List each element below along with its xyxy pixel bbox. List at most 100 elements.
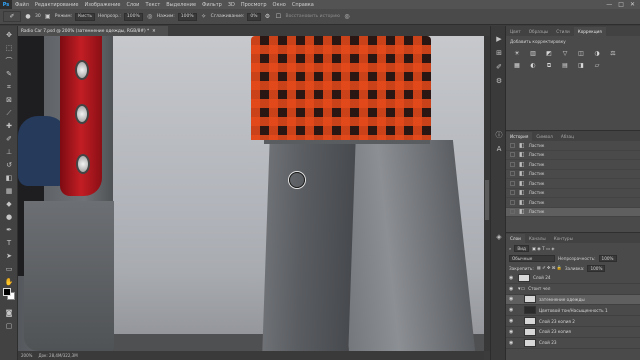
menu-edit[interactable]: Редактирование [32,2,82,8]
vibrance-icon[interactable]: ▽ [560,49,570,58]
play-icon[interactable]: ▶ [494,34,504,44]
menu-type[interactable]: Текст [142,2,163,8]
history-checkbox[interactable] [510,180,515,186]
gear-icon[interactable]: ⚙ [264,13,272,21]
eyedropper-tool-icon[interactable]: ⟋ [3,108,15,118]
clone-stamp-tool-icon[interactable]: ⊥ [3,147,15,157]
history-checkbox[interactable]: ☐ [275,13,283,21]
zoom-level[interactable]: 200% [21,353,32,358]
history-item[interactable]: ◧ Ластик [506,160,640,170]
visibility-eye-icon[interactable]: ◉ [509,307,515,313]
layer-row[interactable]: ◉ Слой 23 копия 2 [506,316,640,327]
history-brush-tool-icon[interactable]: ↺ [3,160,15,170]
tab-color[interactable]: Цвет [506,27,525,36]
menu-layers[interactable]: Слои [123,2,142,8]
brightness-icon[interactable]: ☀ [512,49,522,58]
document-tab[interactable]: Radio Car 7.psd @ 200% (затемнение одежд… [18,26,168,36]
exposure-icon[interactable]: ◑ [592,49,602,58]
menu-image[interactable]: Изображение [81,2,123,8]
layer-group-row[interactable]: ◉ ▾▭ Стоит чел [506,284,640,295]
history-item[interactable]: ◧ Ластик [506,179,640,189]
pressure-opacity-icon[interactable]: ◎ [146,13,154,21]
move-tool-icon[interactable]: ✥ [3,30,15,40]
tab-adjustments[interactable]: Коррекция [573,27,606,36]
history-item[interactable]: ◧ Ластик [506,198,640,208]
visibility-eye-icon[interactable]: ◉ [509,318,515,324]
brush-tool-icon[interactable]: ✐ [3,134,15,144]
menu-view[interactable]: Просмотр [238,2,270,8]
visibility-eye-icon[interactable]: ◉ [509,286,515,292]
tool-preset-picker[interactable]: ✐ [3,11,21,22]
color-balance-icon[interactable]: ⚖ [608,49,618,58]
smoothing-field[interactable]: 0% [247,12,261,21]
history-checkbox[interactable] [510,171,515,177]
menu-file[interactable]: Файл [12,2,32,8]
layer-opacity-field[interactable]: 100% [598,254,617,262]
gradient-map-icon[interactable]: ▱ [592,61,602,70]
brush-settings-icon[interactable]: ✐ [494,62,504,72]
scrollbar-thumb[interactable] [485,180,489,220]
color-lookup-icon[interactable]: ▤ [560,61,570,70]
lasso-tool-icon[interactable]: ⌒ [3,56,15,66]
flow-field[interactable]: 100% [177,12,197,21]
quick-mask-icon[interactable]: ◙ [3,308,15,318]
close-tab-icon[interactable]: ✕ [152,29,156,34]
menu-3d[interactable]: 3D [225,2,238,8]
fill-field[interactable]: 100% [587,264,606,272]
history-item[interactable]: ◧ Ластик [506,141,640,151]
history-checkbox[interactable] [510,209,515,215]
layer-row[interactable]: ◉ Слой 23 копия [506,327,640,338]
lock-icons[interactable]: ▦ ✐ ✥ ⊠ 🔒 [537,265,562,271]
foreground-color-swatch[interactable] [3,288,11,296]
opacity-field[interactable]: 100% [123,12,143,21]
visibility-eye-icon[interactable]: ◉ [509,329,515,335]
levels-icon[interactable]: ▥ [528,49,538,58]
quick-select-tool-icon[interactable]: ✎ [3,69,15,79]
hue-saturation-icon[interactable]: ◫ [576,49,586,58]
hand-tool-icon[interactable]: ✋ [3,277,15,287]
healing-tool-icon[interactable]: ✚ [3,121,15,131]
visibility-eye-icon[interactable]: ◉ [509,296,515,302]
document-canvas[interactable] [18,36,484,351]
tab-paths[interactable]: Контуры [550,234,577,243]
visibility-eye-icon[interactable]: ◉ [509,275,515,281]
dodge-tool-icon[interactable]: ● [3,212,15,222]
character-icon[interactable]: A [494,144,504,154]
tab-swatches[interactable]: Образцы [525,27,553,36]
pressure-size-icon[interactable]: ◎ [343,13,351,21]
menu-select[interactable]: Выделение [163,2,199,8]
path-select-tool-icon[interactable]: ➤ [3,251,15,261]
blend-mode-select[interactable]: Обычные [509,254,555,262]
history-item[interactable]: ◧ Ластик [506,170,640,179]
tab-styles[interactable]: Стили [552,27,573,36]
photo-filter-icon[interactable]: ▦ [512,61,522,70]
invert-icon[interactable]: ◨ [576,61,586,70]
frame-tool-icon[interactable]: ⊠ [3,95,15,105]
layer-row[interactable]: ◉ Слой 24 [506,273,640,284]
adjust-icon[interactable]: ⊞ [494,48,504,58]
tab-paragraph[interactable]: Абзац [557,132,578,141]
history-checkbox[interactable] [510,199,515,205]
info-icon[interactable]: ⓘ [494,130,504,140]
rectangle-tool-icon[interactable]: ▭ [3,264,15,274]
history-checkbox[interactable] [510,152,515,158]
layer-kind-filter[interactable]: Вид [514,244,529,252]
tab-history[interactable]: История [506,132,533,141]
channel-mixer-icon[interactable]: ⧉ [544,61,554,70]
crop-tool-icon[interactable]: ⌗ [3,82,15,92]
blur-tool-icon[interactable]: ◆ [3,199,15,209]
airbrush-icon[interactable]: ✧ [200,13,208,21]
tab-character[interactable]: Символ [532,132,557,141]
close-button[interactable]: ✕ [630,1,635,8]
maximize-button[interactable]: □ [618,1,624,8]
layer-row[interactable]: ◉ Цветовой тон/Насыщенность 1 [506,305,640,317]
history-checkbox[interactable] [510,142,515,148]
black-white-icon[interactable]: ◐ [528,61,538,70]
gradient-tool-icon[interactable]: ▦ [3,186,15,196]
history-item-current[interactable]: ◧ Ластик [506,207,640,217]
mode-select[interactable]: Кисть [75,12,95,21]
menu-filter[interactable]: Фильтр [199,2,225,8]
type-tool-icon[interactable]: T [3,238,15,248]
curves-icon[interactable]: ◩ [544,49,554,58]
menu-help[interactable]: Справка [289,2,317,8]
